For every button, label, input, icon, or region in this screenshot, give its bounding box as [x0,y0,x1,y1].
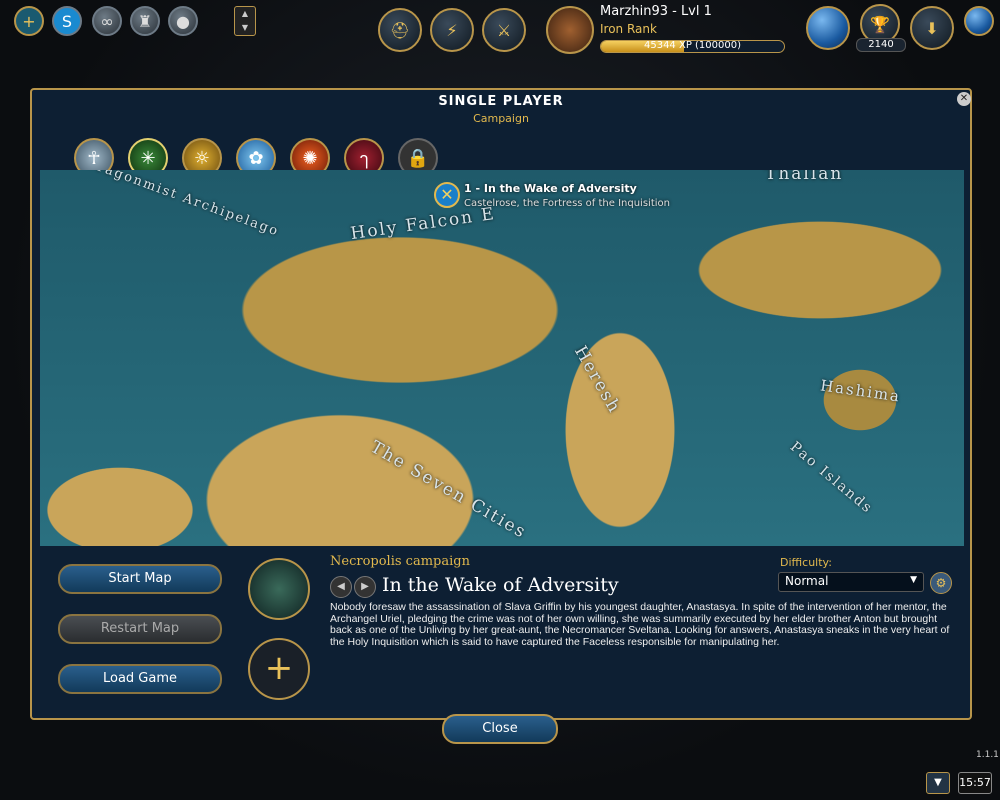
top-bar: + S ∞ ♜ ● ▲ ▼ ⛑ ⚡ ⚔ Marzhin93 - Lvl 1 Iro… [0,0,1000,70]
previous-map-button[interactable]: ◀ [330,576,352,598]
difficulty-label: Difficulty: [780,556,832,569]
skype-icon[interactable]: S [52,6,82,36]
map-marker-icon[interactable]: ✕ [434,182,460,208]
marker-title: 1 - In the Wake of Adversity [464,182,637,195]
single-player-panel: SINGLE PLAYER Campaign ☥ ✳ ☼ ✿ ✺ ๅ 🔒 Dra… [30,88,972,720]
player-rank: Iron Rank [600,22,657,36]
plus-icon[interactable]: + [14,6,44,36]
helmet-icon[interactable]: ♜ [130,6,160,36]
player-name: Marzhin93 - Lvl 1 [600,4,712,19]
panel-subtitle: Campaign [473,112,529,125]
xp-text: 45344 XP (100000) [643,40,742,51]
marker-subtitle: Castelrose, the Fortress of the Inquisit… [464,198,670,209]
map-description: Nobody foresaw the assassination of Slav… [330,601,950,648]
gear-icon[interactable]: ⚙ [930,572,952,594]
xp-bar: 45344 XP (100000) [600,40,785,53]
gold-counter: 2140 [856,38,906,52]
map-label: Heresh [570,342,625,418]
campaign-name: Necropolis campaign [330,554,470,569]
chevron-down-button[interactable]: ▼ [926,772,950,794]
restart-map-button[interactable]: Restart Map [58,614,222,644]
lightning-icon[interactable]: ⚡ [430,8,474,52]
map-label: Thallan [765,170,844,184]
close-icon[interactable]: ✕ [957,92,971,106]
globe-icon[interactable] [806,6,850,50]
panel-title: SINGLE PLAYER [438,94,564,109]
next-map-button[interactable]: ▶ [354,576,376,598]
difficulty-value: Normal [785,574,829,588]
map-title: In the Wake of Adversity [382,574,619,596]
start-map-button[interactable]: Start Map [58,564,222,594]
add-button[interactable]: + [248,638,310,700]
close-button[interactable]: Close [442,714,558,744]
map-label: Pao Islands [786,438,876,518]
avatar[interactable] [546,6,594,54]
map-label: Dragonmist Archipelago [83,170,282,240]
chevron-down-icon: ▼ [910,575,917,585]
chain-icon[interactable]: ∞ [92,6,122,36]
clock: 15:57 [958,772,992,794]
orb-icon[interactable] [964,6,994,36]
crossed-axes-icon[interactable]: ⚔ [482,8,526,52]
campaign-map[interactable]: Dragonmist Archipelago Holy Falcon E Tha… [40,170,964,546]
load-game-button[interactable]: Load Game [58,664,222,694]
version-label: 1.1.1 [976,750,999,760]
stones-icon[interactable]: ● [168,6,198,36]
map-label: Hashima [819,376,903,406]
hero-portrait [248,558,310,620]
griffin-download-icon[interactable]: ⬇ [910,6,954,50]
scroll-arrows[interactable]: ▲ ▼ [234,6,256,36]
player-info: Marzhin93 - Lvl 1 Iron Rank [600,4,712,36]
difficulty-select[interactable]: Normal ▼ [778,572,924,592]
map-label: Holy Falcon E [349,203,497,245]
map-label: The Seven Cities [366,437,531,543]
faction-helmet-icon[interactable]: ⛑ [378,8,422,52]
